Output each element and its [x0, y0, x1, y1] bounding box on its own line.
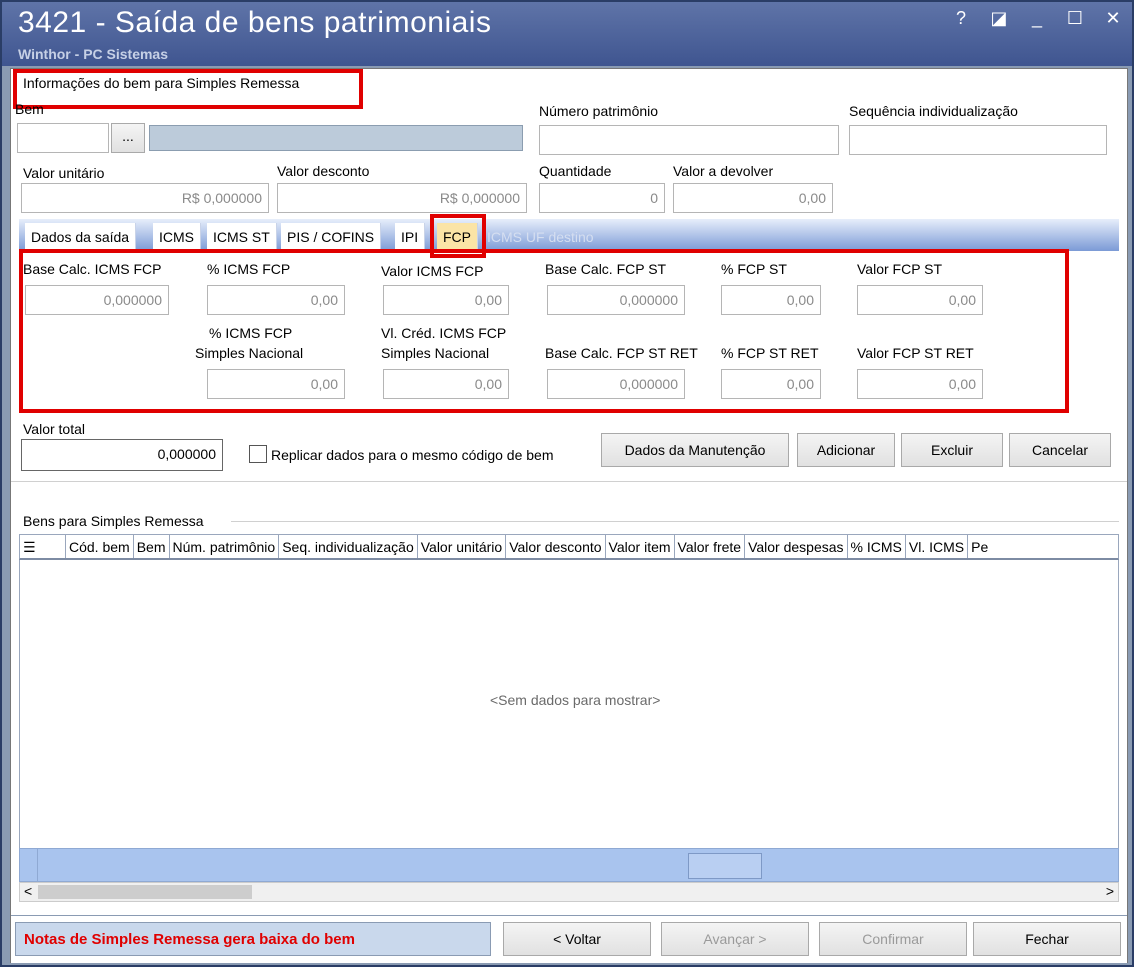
tab-icms-st[interactable]: ICMS ST: [207, 223, 277, 251]
tab-icms[interactable]: ICMS: [153, 223, 201, 251]
grid-footer-cell: [688, 853, 762, 879]
sequencia-label: Sequência individualização: [849, 103, 1018, 119]
bem-description-field: [149, 125, 523, 151]
grid-title: Bens para Simples Remessa: [23, 513, 204, 529]
horizontal-scrollbar[interactable]: < >: [19, 882, 1119, 902]
pct-fcp-st-ret-input[interactable]: 0,00: [721, 369, 821, 399]
scroll-thumb[interactable]: [38, 885, 252, 899]
vl-cred-icms-fcp-sn-label-1: Vl. Créd. ICMS FCP: [381, 325, 507, 341]
footer-bar: Notas de Simples Remessa gera baixa do b…: [11, 915, 1127, 963]
grid-body[interactable]: <Sem dados para mostrar>: [19, 560, 1119, 848]
app-window: 3421 - Saída de bens patrimoniais Wintho…: [0, 0, 1134, 967]
divider: [11, 481, 1127, 482]
base-calc-icms-fcp-input[interactable]: 0,000000: [25, 285, 169, 315]
avancar-button[interactable]: Avançar >: [661, 922, 809, 956]
client-area: Informações do bem para Simples Remessa …: [10, 68, 1128, 963]
window-title: 3421 - Saída de bens patrimoniais: [18, 6, 492, 39]
valor-icms-fcp-label: Valor ICMS FCP: [381, 263, 484, 279]
dados-manutencao-button[interactable]: Dados da Manutenção: [601, 433, 789, 467]
pct-icms-fcp-sn-label-2: Simples Nacional: [195, 345, 304, 361]
pct-icms-fcp-sn-input[interactable]: 0,00: [207, 369, 345, 399]
grid-empty-text: <Sem dados para mostrar>: [490, 692, 661, 708]
window-controls: ? ◪ _ ☐ ✕: [952, 8, 1122, 29]
valor-fcp-st-ret-input[interactable]: 0,00: [857, 369, 983, 399]
quantidade-label: Quantidade: [539, 163, 612, 179]
base-calc-fcp-st-ret-input[interactable]: 0,000000: [547, 369, 685, 399]
quantidade-input[interactable]: 0: [539, 183, 665, 213]
tab-ipi[interactable]: IPI: [395, 223, 426, 251]
grid-column-header[interactable]: Cód. bem: [66, 535, 134, 558]
restore-icon[interactable]: ◪: [990, 8, 1008, 29]
base-calc-icms-fcp-label: Base Calc. ICMS FCP: [23, 261, 162, 277]
pct-fcp-st-input[interactable]: 0,00: [721, 285, 821, 315]
highlight-section-title: [13, 69, 363, 109]
valor-desconto-label: Valor desconto: [277, 163, 370, 179]
grid-column-header[interactable]: Valor frete: [675, 535, 746, 558]
pct-fcp-st-label: % FCP ST: [721, 261, 787, 277]
confirmar-button[interactable]: Confirmar: [819, 922, 967, 956]
grid-column-header[interactable]: Pe: [968, 535, 991, 558]
excluir-button[interactable]: Excluir: [901, 433, 1003, 467]
grid-title-rule: [231, 521, 1119, 522]
help-icon[interactable]: ?: [952, 8, 970, 29]
vl-cred-icms-fcp-sn-input[interactable]: 0,00: [383, 369, 509, 399]
base-calc-fcp-st-label: Base Calc. FCP ST: [545, 261, 667, 277]
grid-column-header[interactable]: Bem: [134, 535, 170, 558]
valor-fcp-st-ret-label: Valor FCP ST RET: [857, 345, 974, 361]
valor-total-input[interactable]: 0,000000: [21, 439, 223, 471]
grid-footer-indicator: [20, 849, 38, 881]
valor-devolver-label: Valor a devolver: [673, 163, 774, 179]
minimize-icon[interactable]: _: [1028, 8, 1046, 29]
grid-column-header[interactable]: Vl. ICMS: [906, 535, 969, 558]
grid-column-header[interactable]: Seq. individualização: [279, 535, 418, 558]
voltar-button[interactable]: < Voltar: [503, 922, 651, 956]
bem-code-input[interactable]: [17, 123, 109, 153]
scroll-left-icon[interactable]: <: [24, 883, 32, 899]
base-calc-fcp-st-input[interactable]: 0,000000: [547, 285, 685, 315]
window-subtitle: Winthor - PC Sistemas: [18, 46, 169, 62]
valor-fcp-st-input[interactable]: 0,00: [857, 285, 983, 315]
numero-patrimonio-input[interactable]: [539, 125, 839, 155]
pct-fcp-st-ret-label: % FCP ST RET: [721, 345, 819, 361]
valor-fcp-st-label: Valor FCP ST: [857, 261, 943, 277]
tab-pis-cofins[interactable]: PIS / COFINS: [281, 223, 382, 251]
grid-column-header[interactable]: Valor despesas: [745, 535, 848, 558]
grid-column-header[interactable]: Valor desconto: [506, 535, 606, 558]
grid-header: ☰ Cód. bem Bem Núm. patrimônio Seq. indi…: [19, 534, 1119, 560]
valor-icms-fcp-input[interactable]: 0,00: [383, 285, 509, 315]
grid-column-header[interactable]: % ICMS: [848, 535, 906, 558]
valor-total-label: Valor total: [23, 421, 85, 437]
pct-icms-fcp-input[interactable]: 0,00: [207, 285, 345, 315]
maximize-icon[interactable]: ☐: [1066, 8, 1084, 29]
numero-patrimonio-label: Número patrimônio: [539, 103, 659, 119]
cancelar-button[interactable]: Cancelar: [1009, 433, 1111, 467]
close-icon[interactable]: ✕: [1104, 8, 1122, 29]
bem-lookup-button[interactable]: ...: [111, 123, 145, 153]
valor-devolver-input[interactable]: 0,00: [673, 183, 833, 213]
pct-icms-fcp-label: % ICMS FCP: [207, 261, 291, 277]
status-message: Notas de Simples Remessa gera baixa do b…: [15, 922, 491, 956]
base-calc-fcp-st-ret-label: Base Calc. FCP ST RET: [545, 345, 698, 361]
replicar-label: Replicar dados para o mesmo código de be…: [271, 447, 554, 463]
bem-label: Bem: [15, 101, 44, 117]
adicionar-button[interactable]: Adicionar: [797, 433, 895, 467]
valor-desconto-input[interactable]: R$ 0,000000: [277, 183, 527, 213]
replicar-checkbox[interactable]: [249, 445, 267, 463]
tab-strip: Dados da saída ICMS ICMS ST PIS / COFINS…: [19, 219, 1119, 251]
grid-footer: [19, 848, 1119, 882]
valor-unitario-label: Valor unitário: [23, 165, 105, 181]
tab-dados-saida[interactable]: Dados da saída: [25, 223, 137, 251]
tab-icms-uf-destino: ICMS UF destino: [487, 229, 594, 245]
scroll-right-icon[interactable]: >: [1106, 883, 1114, 899]
valor-unitario-input[interactable]: R$ 0,000000: [21, 183, 269, 213]
fechar-button[interactable]: Fechar: [973, 922, 1121, 956]
vl-cred-icms-fcp-sn-label-2: Simples Nacional: [381, 345, 490, 361]
title-bar[interactable]: 3421 - Saída de bens patrimoniais Wintho…: [2, 2, 1132, 66]
column-chooser-icon[interactable]: ☰: [20, 535, 66, 558]
pct-icms-fcp-sn-label-1: % ICMS FCP: [209, 325, 293, 341]
grid-column-header[interactable]: Valor item: [606, 535, 675, 558]
grid-column-header[interactable]: Núm. patrimônio: [170, 535, 280, 558]
sequencia-input[interactable]: [849, 125, 1107, 155]
grid-column-header[interactable]: Valor unitário: [418, 535, 507, 558]
